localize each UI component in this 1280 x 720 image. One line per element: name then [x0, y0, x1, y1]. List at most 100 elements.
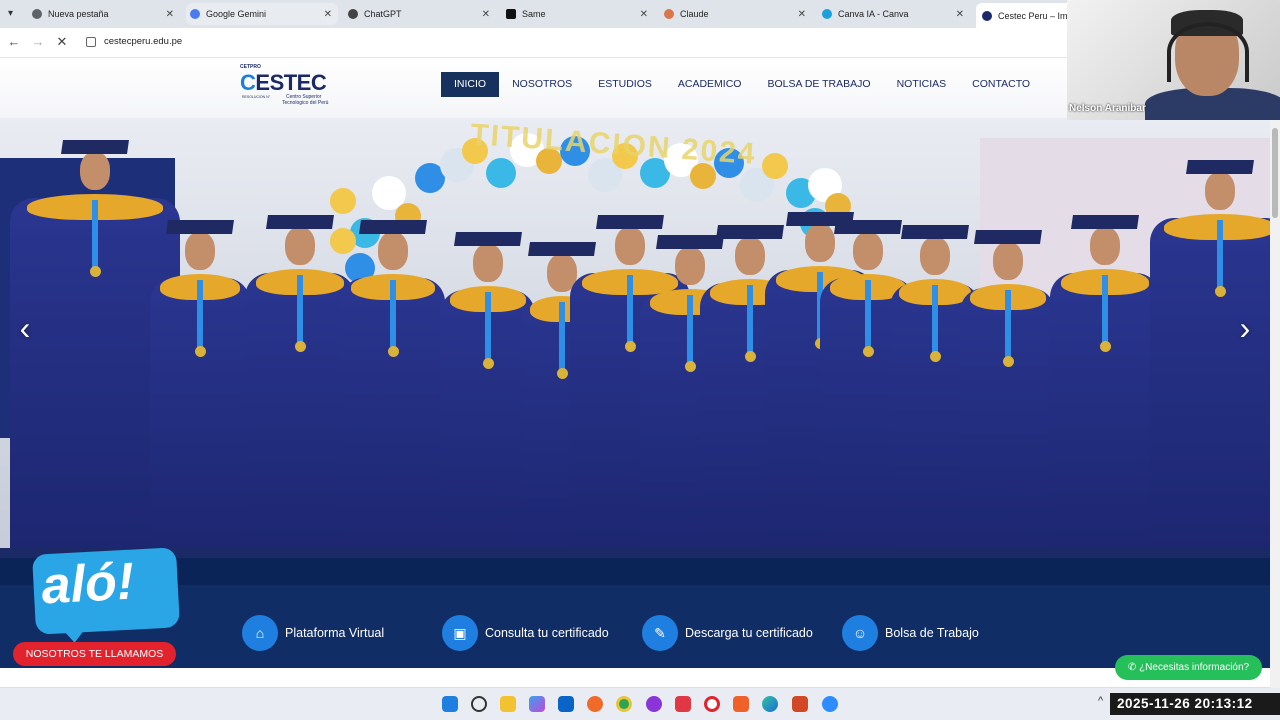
quick-link-plataforma-virtual[interactable]: ⌂ Plataforma Virtual [242, 615, 384, 651]
balloon [762, 153, 788, 179]
medal-ribbon [559, 302, 565, 372]
quick-link-label: Consulta tu certificado [485, 626, 609, 640]
slider-next-icon[interactable]: › [1234, 312, 1256, 344]
stop-loading-icon[interactable]: ✕ [54, 34, 70, 50]
medal-ribbon [197, 280, 203, 350]
menu-inicio[interactable]: INICIO [441, 72, 500, 97]
windows-start-icon[interactable] [442, 696, 458, 712]
logo-mark: CESTEC [240, 70, 327, 95]
face [1090, 227, 1120, 265]
opera-icon[interactable] [704, 696, 720, 712]
vivaldi-icon[interactable] [675, 696, 691, 712]
page-bottom-strip [0, 668, 1270, 688]
tab-title: ChatGPT [364, 9, 402, 19]
site-settings-icon[interactable] [86, 37, 96, 47]
mortarboard-cap [1071, 215, 1139, 229]
tab-google-gemini[interactable]: Google Gemini ✕ [186, 3, 338, 25]
medal-ribbon [747, 285, 753, 355]
close-tab-icon[interactable]: ✕ [324, 9, 332, 20]
medal-ribbon [687, 295, 693, 365]
brave-icon[interactable] [733, 696, 749, 712]
tab-search-chevron-icon[interactable]: ▾ [8, 8, 20, 20]
tab-chatgpt[interactable]: ChatGPT ✕ [344, 3, 496, 25]
chrome-icon [32, 9, 42, 19]
face [285, 227, 315, 265]
alo-badge[interactable]: aló! [32, 547, 180, 644]
medal-ribbon [1217, 220, 1223, 290]
edge-icon[interactable] [762, 696, 778, 712]
app-purple-icon[interactable] [646, 696, 662, 712]
file-explorer-icon[interactable] [500, 696, 516, 712]
menu-contacto[interactable]: CONTACTO [959, 72, 1043, 97]
tab-canva[interactable]: Canva IA - Canva ✕ [818, 3, 970, 25]
medal [482, 358, 494, 369]
gemini-icon [190, 9, 200, 19]
quick-link-consulta-certificado[interactable]: ▣ Consulta tu certificado [442, 615, 609, 651]
graduation-icon: ⌂ [242, 615, 278, 651]
chatgpt-icon [348, 9, 358, 19]
medal-ribbon [389, 280, 396, 350]
quick-link-label: Descarga tu certificado [685, 626, 813, 640]
graduate-figure [245, 213, 355, 558]
tab-cestec[interactable]: Cestec Peru – Impul [976, 3, 1076, 28]
face [852, 232, 883, 270]
zoom-icon[interactable] [822, 696, 838, 712]
menu-nosotros[interactable]: NOSOTROS [499, 72, 585, 97]
graduate-figure [1150, 158, 1270, 558]
menu-bolsa-de-trabajo[interactable]: BOLSA DE TRABAJO [754, 72, 883, 97]
cestec-logo[interactable]: CETPRO CESTEC RESOLUCION N° Centro Super… [240, 64, 352, 108]
taskbar-clock[interactable]: 2025-11-26 20:13:12 [1110, 693, 1280, 715]
medal [930, 351, 941, 362]
close-tab-icon[interactable]: ✕ [482, 9, 490, 20]
slider-prev-icon[interactable]: ‹ [14, 312, 36, 344]
alo-text: aló! [40, 552, 136, 616]
tab-title: Google Gemini [206, 9, 267, 19]
hero-slider: TITULACION 2024 ‹ › [0, 118, 1270, 558]
page-scrollbar[interactable] [1270, 118, 1280, 688]
tab-same[interactable]: Same ✕ [502, 3, 654, 25]
close-tab-icon[interactable]: ✕ [166, 9, 174, 20]
tab-strip: ▾ Nueva pestaña ✕ Google Gemini ✕ ChatGP… [0, 0, 1076, 28]
certificate-search-icon: ▣ [442, 615, 478, 651]
mortarboard-cap [166, 220, 234, 234]
same-icon [506, 9, 516, 19]
tab-title: Same [522, 9, 546, 19]
mortarboard-cap [358, 220, 427, 234]
call-me-button[interactable]: NOSOTROS TE LLAMAMOS [13, 642, 176, 666]
cestec-icon [982, 10, 992, 21]
close-tab-icon[interactable]: ✕ [956, 9, 964, 20]
url-field[interactable]: cestecperu.edu.pe [104, 36, 182, 47]
medal [685, 361, 696, 372]
medal [745, 351, 756, 362]
quick-link-label: Plataforma Virtual [285, 626, 385, 640]
mortarboard-cap [61, 140, 129, 154]
forward-arrow-icon[interactable]: → [30, 34, 46, 50]
tab-title: Claude [680, 9, 709, 19]
whatsapp-info-button[interactable]: ✆ ¿Necesitas información? [1115, 655, 1262, 680]
scrollbar-thumb[interactable] [1272, 128, 1278, 218]
menu-academico[interactable]: ACADEMICO [665, 72, 755, 97]
tray-chevron-up-icon[interactable]: ^ [1098, 695, 1103, 707]
back-arrow-icon[interactable]: ← [6, 34, 22, 50]
medal-ribbon [932, 285, 938, 355]
search-icon[interactable] [471, 696, 487, 712]
quick-link-bolsa-de-trabajo[interactable]: ☺ Bolsa de Trabajo [842, 615, 979, 651]
chrome-icon[interactable] [616, 696, 632, 712]
headset-icon [1167, 22, 1249, 82]
close-tab-icon[interactable]: ✕ [798, 9, 806, 20]
address-bar: ← → ✕ cestecperu.edu.pe [0, 28, 1070, 58]
copilot-icon[interactable] [529, 696, 545, 712]
powerpoint-icon[interactable] [792, 696, 808, 712]
medal [387, 346, 399, 357]
menu-noticias[interactable]: NOTICIAS [884, 72, 960, 97]
close-tab-icon[interactable]: ✕ [640, 9, 648, 20]
quick-link-descarga-certificado[interactable]: ✎ Descarga tu certificado [642, 615, 813, 651]
tab-nueva-pestana[interactable]: Nueva pestaña ✕ [28, 3, 180, 25]
presenter-name: Nelson Aranibar [1069, 103, 1146, 114]
menu-estudios[interactable]: ESTUDIOS [585, 72, 665, 97]
gown [1150, 218, 1270, 558]
outlook-icon[interactable] [558, 696, 574, 712]
team-icon: ☺ [842, 615, 878, 651]
tab-claude[interactable]: Claude ✕ [660, 3, 812, 25]
firefox-icon[interactable] [587, 696, 603, 712]
